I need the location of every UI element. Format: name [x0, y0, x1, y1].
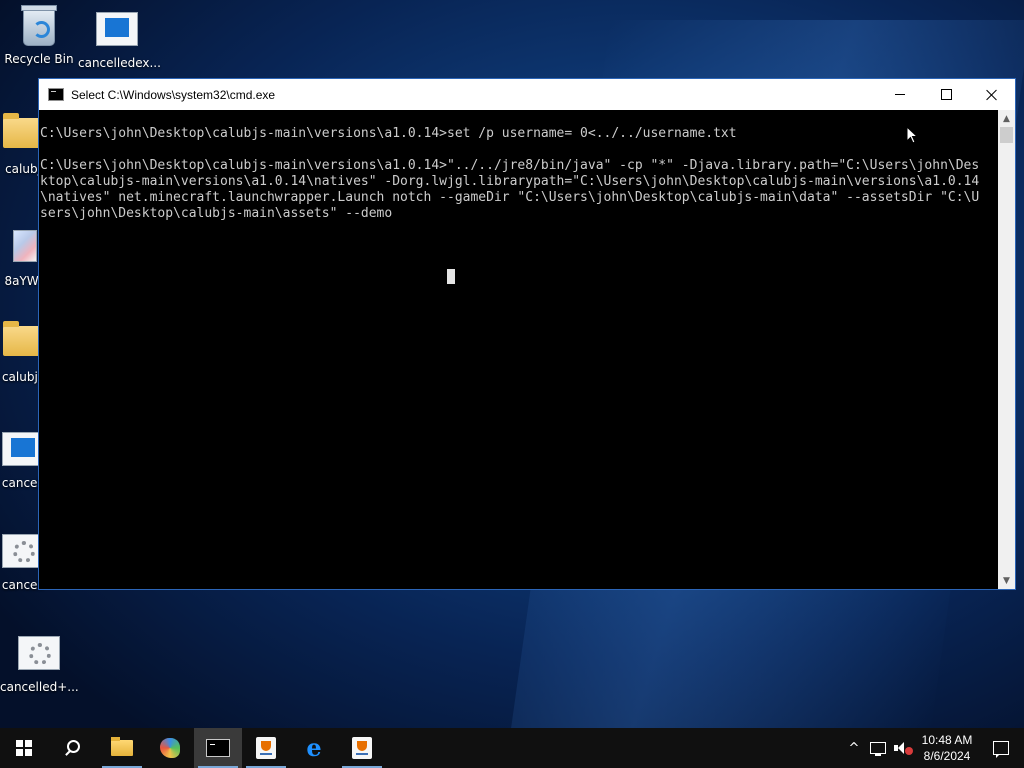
- scroll-down-button[interactable]: ▼: [998, 572, 1015, 589]
- taskbar-java-1[interactable]: [242, 728, 290, 768]
- maximize-button[interactable]: [923, 79, 969, 110]
- close-button[interactable]: [969, 79, 1015, 110]
- volume-muted-icon: [894, 741, 913, 755]
- clock[interactable]: 10:48 AM 8/6/2024: [916, 728, 978, 768]
- clock-time: 10:48 AM: [921, 733, 973, 747]
- cmd-window[interactable]: Select C:\Windows\system32\cmd.exe C:\Us…: [38, 78, 1016, 590]
- terminal-icon: [206, 739, 230, 757]
- mouse-pointer-icon: [906, 126, 918, 144]
- java-icon: [352, 737, 372, 759]
- java-icon: [256, 737, 276, 759]
- desktop-icon-recycle-bin[interactable]: Recycle Bin: [0, 5, 78, 66]
- console-line: \natives" net.minecraft.launchwrapper.La…: [40, 190, 980, 205]
- console-output[interactable]: C:\Users\john\Desktop\calubjs-main\versi…: [39, 110, 999, 589]
- desktop-icon-label: cancelled+...: [0, 680, 79, 694]
- clock-date: 8/6/2024: [923, 749, 971, 763]
- network-icon: [870, 742, 886, 756]
- gear-file-icon: [17, 636, 61, 676]
- console-line: sers\john\Desktop\calubjs-main\assets" -…: [40, 206, 393, 221]
- taskbar-command-prompt[interactable]: [194, 728, 242, 768]
- taskbar-file-explorer[interactable]: [98, 728, 146, 768]
- taskbar-paint[interactable]: [146, 728, 194, 768]
- chevron-up-icon: ^: [848, 740, 860, 756]
- desktop-icon-cancelled-plus[interactable]: cancelled+...: [0, 632, 79, 694]
- paint-icon: [160, 738, 180, 758]
- notification-icon: [993, 741, 1009, 758]
- start-button[interactable]: [0, 728, 48, 768]
- vertical-scrollbar[interactable]: ▲ ▼: [998, 110, 1015, 589]
- console-line: C:\Users\john\Desktop\calubjs-main\versi…: [40, 158, 980, 173]
- desktop-icon-label: cancelledex...: [78, 56, 161, 70]
- ie-icon: e: [306, 733, 322, 762]
- action-center-button[interactable]: [978, 728, 1024, 768]
- show-hidden-icons-button[interactable]: ^: [842, 728, 866, 768]
- taskbar-internet-explorer[interactable]: e: [290, 728, 338, 768]
- window-title: Select C:\Windows\system32\cmd.exe: [71, 87, 276, 102]
- maximize-icon: [940, 89, 952, 100]
- terminal-icon: [48, 88, 64, 101]
- recycle-bin-icon: [17, 5, 61, 48]
- document-window-icon: [95, 12, 139, 52]
- title-bar[interactable]: Select C:\Windows\system32\cmd.exe: [39, 79, 1015, 110]
- windows-logo-icon: [16, 740, 32, 756]
- desktop-icon-cancelledex[interactable]: cancelledex...: [78, 8, 161, 70]
- console-line: ktop\calubjs-main\versions\a1.0.14\nativ…: [40, 174, 980, 189]
- taskbar-java-2[interactable]: [338, 728, 386, 768]
- console-line: C:\Users\john\Desktop\calubjs-main\versi…: [40, 126, 737, 141]
- search-button[interactable]: [48, 728, 96, 768]
- desktop-icon-label: Recycle Bin: [4, 52, 74, 66]
- text-cursor: [447, 269, 455, 284]
- minimize-button[interactable]: [877, 79, 923, 110]
- minimize-icon: [895, 94, 905, 95]
- volume-button[interactable]: [890, 728, 916, 768]
- taskbar: e ^ 10:48 AM 8/6/2024: [0, 728, 1024, 768]
- close-icon: [986, 89, 998, 101]
- network-button[interactable]: [866, 728, 890, 768]
- scroll-up-button[interactable]: ▲: [998, 110, 1015, 127]
- system-tray: ^ 10:48 AM 8/6/2024: [842, 728, 1024, 768]
- search-icon: [64, 740, 80, 756]
- scroll-thumb[interactable]: [1000, 127, 1013, 143]
- folder-icon: [111, 737, 133, 756]
